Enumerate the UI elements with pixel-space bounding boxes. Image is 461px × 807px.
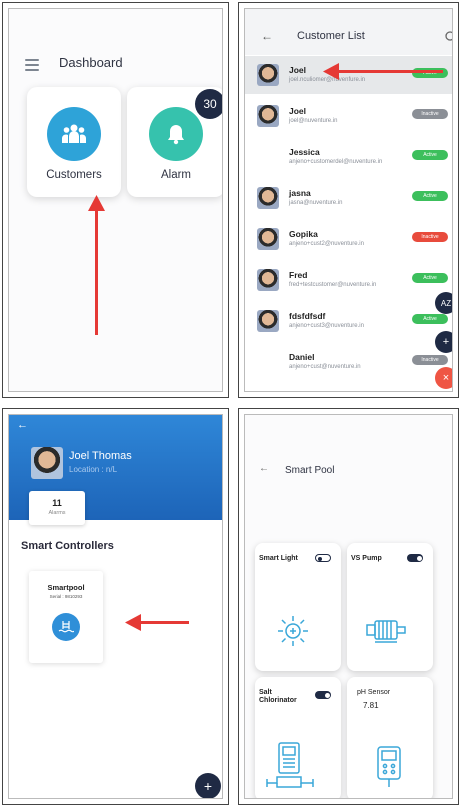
avatar [257,310,279,332]
back-arrow-icon[interactable]: ← [259,463,269,474]
toggle-switch[interactable] [407,554,423,562]
close-button[interactable]: × [435,367,452,389]
device-card-salt-chlorinator[interactable]: Salt Chlorinator [255,677,341,798]
pump-icon [366,620,406,643]
page-title: Smart Pool [285,465,335,476]
avatar [257,228,279,250]
add-button[interactable]: + [435,331,452,353]
alarms-label: Alarms [48,510,66,516]
customer-name: fdsfdfsdf [289,311,326,321]
alarms-count: 11 [52,498,62,508]
status-badge: Inactive [412,355,448,365]
customer-email: jasna@nuventure.in [289,200,343,206]
annotation-arrow [337,70,443,73]
customer-name: Fred [289,270,308,280]
customer-list-screen: ← Customer List Joel joel.nculiomer@nuven… [238,2,459,398]
light-icon [278,616,308,646]
sort-az-button[interactable]: AZ [435,292,452,314]
avatar [31,447,63,479]
back-arrow-icon[interactable]: ← [261,29,273,43]
search-icon[interactable] [445,31,453,43]
customer-list-frame: ← Customer List Joel joel.nculiomer@nuven… [244,8,453,392]
smart-pool-screen: ← Smart Pool Smart Light VS Pump Salt Ch… [238,408,459,805]
customer-email: joel@nuventure.in [289,118,338,124]
customer-row[interactable]: Jessica anjeno+customerdel@nuventure.in Ac… [245,138,452,176]
avatar [257,105,279,127]
chlorinator-icon [266,742,314,788]
customer-row[interactable]: fdsfdfsdf anjeno+cust3@nuventure.in Active [245,302,452,340]
arrow-head-icon [125,614,141,631]
customer-name: Joel [289,65,307,75]
arrow-head-icon [88,195,105,211]
avatar [257,269,279,291]
customer-email: anjeno+customerdel@nuventure.in [289,159,383,165]
customer-row[interactable]: Joel joel@nuventure.in Inactive [245,97,452,135]
customer-email: fred+testcustomer@nuventure.in [289,282,377,288]
customer-row[interactable]: jasna jasna@nuventure.in Active [245,179,452,217]
controller-serial: Serial : 9810293 [49,594,83,599]
customer-row[interactable]: Joel joel.nculiomer@nuvenfure.in Active [245,56,452,94]
status-badge: Inactive [412,232,448,242]
avatar [257,64,279,86]
dashboard-frame: Dashboard Customers Alarm 30 [8,8,223,392]
customer-email: anjeno+cust3@nuventure.in [289,323,364,329]
controller-name: Smartpool [47,583,85,592]
add-controller-button[interactable]: + [195,773,221,798]
status-badge: Active [412,314,448,324]
controller-card[interactable]: Smartpool Serial : 9810293 [29,571,103,663]
smart-pool-frame: ← Smart Pool Smart Light VS Pump Salt Ch… [244,414,453,799]
toggle-switch[interactable] [315,691,331,699]
customer-name: Jessica [289,147,320,157]
device-card-ph-sensor[interactable]: pH Sensor 7.81 [347,677,433,798]
device-label: pH Sensor [357,689,391,696]
status-badge: Active [412,150,448,160]
page-title: Dashboard [59,55,123,70]
status-badge: Active [412,191,448,201]
arrow-head-icon [323,63,339,80]
ph-meter-icon [377,746,401,787]
section-title: Smart Controllers [21,540,114,552]
customer-name: Joel Thomas [69,450,132,462]
toggle-switch[interactable] [315,554,331,562]
customer-name: Gopika [289,229,318,239]
page-title: Customer List [297,30,365,42]
customers-label: Customers [46,169,102,181]
avatar [257,187,279,209]
customers-icon [47,107,101,161]
device-label: VS Pump [351,555,382,562]
customer-row[interactable]: Daniel anjeno+cust@nuventure.in Inactive [245,343,452,381]
customer-detail-frame: ← Joel Thomas Location : n/L 11 Alarms S… [8,414,223,799]
annotation-arrow [95,209,98,335]
customer-detail-screen: ← Joel Thomas Location : n/L 11 Alarms S… [2,408,229,805]
customer-name: Joel [289,106,307,116]
customer-email: anjeno+cust@nuventure.in [289,364,361,370]
bell-icon [149,107,203,161]
customer-row[interactable]: Fred fred+testcustomer@nuventure.in Active [245,261,452,299]
alarms-box[interactable]: 11 Alarms [29,491,85,525]
status-badge: Active [412,273,448,283]
menu-icon[interactable] [25,59,39,74]
alarm-count-badge: 30 [195,89,222,119]
annotation-arrow [139,621,189,624]
ph-value: 7.81 [363,701,379,710]
customer-name: Daniel [289,352,315,362]
customer-email: anjeno+cust2@nuventure.in [289,241,364,247]
customers-card[interactable]: Customers [27,87,121,197]
customer-row[interactable]: Gopika anjeno+cust2@nuventure.in Inactive [245,220,452,258]
alarm-label: Alarm [160,169,192,181]
pool-icon [52,613,80,641]
device-label: Salt Chlorinator [259,689,297,704]
customer-name: jasna [289,188,311,198]
dashboard-screen: Dashboard Customers Alarm 30 [2,2,229,398]
device-card-smart-light[interactable]: Smart Light [255,543,341,671]
status-badge: Inactive [412,109,448,119]
back-arrow-icon[interactable]: ← [17,419,28,431]
device-label: Smart Light [259,555,298,562]
customer-location: Location : n/L [69,465,118,474]
device-card-vs-pump[interactable]: VS Pump [347,543,433,671]
